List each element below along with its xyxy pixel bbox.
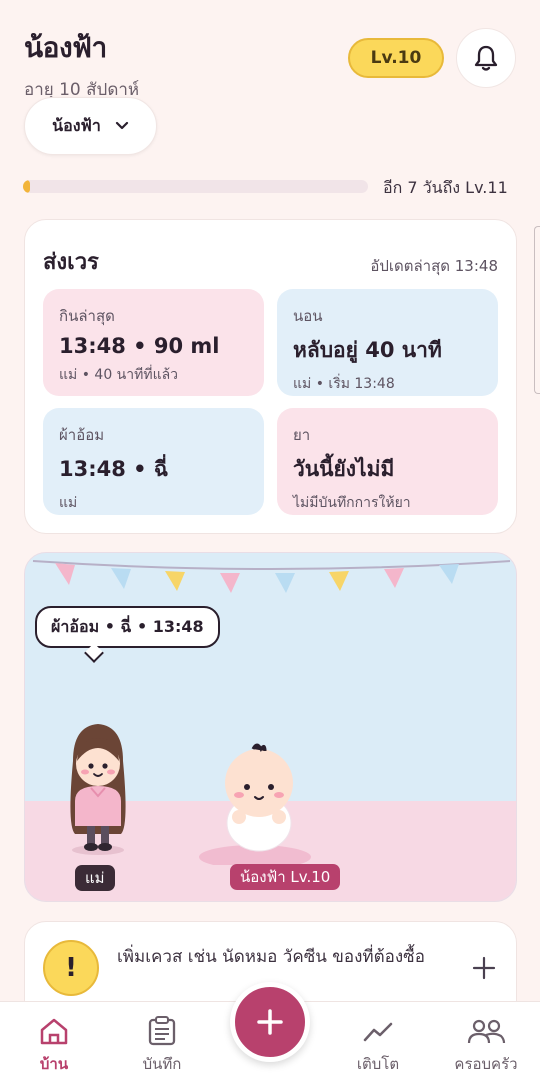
tile-value: 13:48 • 90 ml xyxy=(59,334,220,358)
notification-button[interactable] xyxy=(456,28,516,88)
plus-icon xyxy=(257,1009,283,1035)
tab-label: ครอบครัว xyxy=(454,1055,518,1073)
handover-updated: อัปเดตล่าสุด 13:48 xyxy=(370,257,498,275)
tile-sub: แม่ • 40 นาทีที่แล้ว xyxy=(59,367,179,383)
tile-medicine[interactable]: ยา วันนี้ยังไม่มี ไม่มีบันทึกการให้ยา xyxy=(277,408,498,515)
tab-label: บันทึก xyxy=(142,1055,182,1073)
clipboard-icon xyxy=(148,1016,176,1046)
tile-value: หลับอยู่ 40 นาที xyxy=(293,338,442,362)
tab-home[interactable]: บ้าน xyxy=(9,1016,99,1076)
tile-label: ผ้าอ้อม xyxy=(59,426,105,444)
tab-label: บ้าน xyxy=(39,1055,69,1073)
baby-character xyxy=(199,743,311,865)
exclamation-icon: ! xyxy=(43,940,99,996)
tile-label: นอน xyxy=(293,307,323,325)
mom-character xyxy=(70,724,126,855)
bell-icon xyxy=(474,45,498,71)
handover-card: ส่งเวร อัปเดตล่าสุด 13:48 กินล่าสุด 13:4… xyxy=(24,219,517,534)
tile-label: ยา xyxy=(293,426,311,444)
mom-tag: แม่ xyxy=(75,865,115,891)
plus-icon xyxy=(472,956,496,980)
activity-bubble: ผ้าอ้อม • ฉี่ • 13:48 xyxy=(35,606,220,648)
baby-name: น้องฟ้า xyxy=(24,31,107,64)
handover-title: ส่งเวร xyxy=(43,250,99,275)
baby-tag: น้องฟ้า Lv.10 xyxy=(230,864,341,890)
tile-diaper[interactable]: ผ้าอ้อม 13:48 • ฉี่ แม่ xyxy=(43,408,264,515)
home-icon xyxy=(40,1018,68,1045)
trend-icon xyxy=(363,1022,393,1042)
tile-label: กินล่าสุด xyxy=(59,307,115,325)
quest-text: เพิ่มเควส เช่น นัดหมอ วัคซีน ของที่ต้องซ… xyxy=(117,947,425,967)
level-badge[interactable]: Lv.10 xyxy=(348,38,444,78)
header: น้องฟ้า อายุ 10 สัปดาห์ xyxy=(24,26,139,103)
level-progress-text: อีก 7 วันถึง Lv.11 xyxy=(383,178,508,197)
tile-value: วันนี้ยังไม่มี xyxy=(293,457,395,481)
tile-sub: แม่ xyxy=(59,495,78,511)
tab-growth[interactable]: เติบโต xyxy=(333,1016,423,1076)
add-record-button[interactable] xyxy=(230,982,310,1062)
scrollbar[interactable] xyxy=(534,226,540,394)
level-progress-bar xyxy=(23,180,368,193)
baby-selector-label: น้องฟ้า xyxy=(52,115,101,135)
tile-value: 13:48 • ฉี่ xyxy=(59,457,169,481)
add-quest-button[interactable] xyxy=(472,954,496,987)
bunting-decoration xyxy=(32,560,511,593)
tab-label: เติบโต xyxy=(356,1055,400,1073)
family-scene[interactable]: ผ้าอ้อม • ฉี่ • 13:48 แม่ น้องฟ้า Lv.10 xyxy=(24,552,517,902)
chevron-down-icon xyxy=(115,121,128,130)
family-icon xyxy=(467,1019,506,1044)
tile-sub: แม่ • เริ่ม 13:48 xyxy=(293,376,395,392)
tab-records[interactable]: บันทึก xyxy=(117,1016,207,1076)
tile-sleep[interactable]: นอน หลับอยู่ 40 นาที แม่ • เริ่ม 13:48 xyxy=(277,289,498,396)
tab-family[interactable]: ครอบครัว xyxy=(441,1016,531,1076)
tile-sub: ไม่มีบันทึกการให้ยา xyxy=(293,495,411,511)
tile-feeding[interactable]: กินล่าสุด 13:48 • 90 ml แม่ • 40 นาทีที่… xyxy=(43,289,264,396)
level-progress-fill xyxy=(23,180,30,193)
baby-selector[interactable]: น้องฟ้า xyxy=(24,97,157,155)
